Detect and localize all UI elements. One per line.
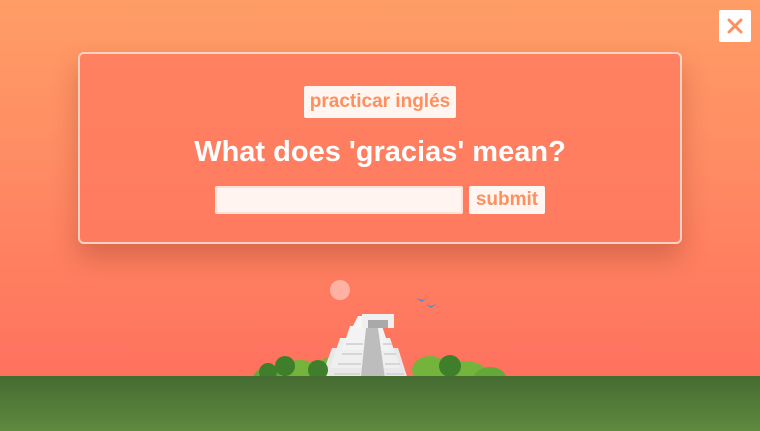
answer-input[interactable]: [214, 186, 463, 214]
practice-language-button[interactable]: practicar inglés: [303, 86, 457, 118]
close-button[interactable]: [719, 10, 751, 42]
ground: [0, 376, 760, 431]
quiz-card: practicar inglés What does 'gracias' mea…: [78, 52, 682, 244]
submit-button[interactable]: submit: [468, 186, 546, 214]
question-text: What does 'gracias' mean?: [194, 136, 566, 168]
sun-icon: [330, 280, 350, 300]
birds-icon: [416, 297, 437, 308]
pyramid-icon: [318, 314, 410, 386]
close-icon: [727, 18, 743, 34]
background-scene: [0, 280, 760, 431]
answer-row: submit: [80, 186, 680, 214]
